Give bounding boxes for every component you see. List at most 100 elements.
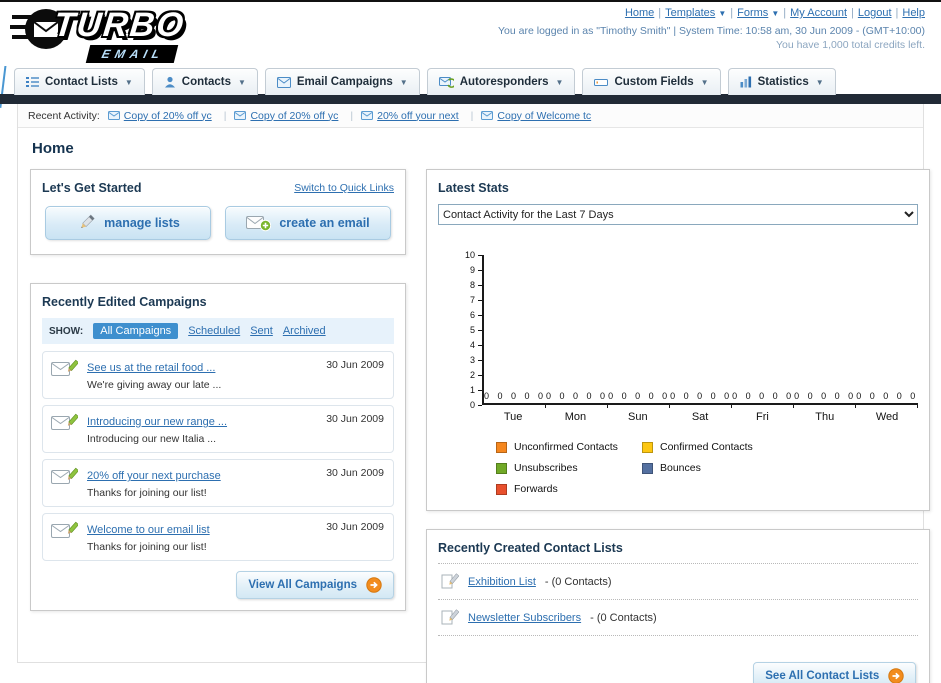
pencil-icon [76, 213, 96, 233]
filter-tab-scheduled[interactable]: Scheduled [188, 325, 240, 337]
chart-column: 0 0 0 0 0 [732, 255, 795, 408]
contact-list-item[interactable]: Newsletter Subscribers - (0 Contacts) [438, 599, 919, 636]
chevron-down-icon: ▼ [555, 77, 564, 87]
legend-swatch [642, 441, 653, 453]
chart-y-axis: 0 1 2 3 4 5 6 7 8 9 10 [456, 250, 482, 410]
chart-x-label: Tue [503, 411, 523, 423]
campaign-date: 30 Jun 2009 [326, 413, 384, 425]
campaign-item[interactable]: Introducing our new range ... Introducin… [42, 405, 394, 453]
campaign-subtitle: Introducing our new Italia ... [87, 433, 216, 445]
recent-activity-link[interactable]: Copy of 20% off yc [250, 110, 338, 122]
header-right: Home | Templates ▼ | Forms ▼ | My Account | Logo… [498, 7, 925, 51]
recent-contact-lists-panel: Recently Created Contact Lists Exhibitio… [426, 529, 931, 683]
tab-contact-lists[interactable]: Contact Lists ▼ [14, 68, 145, 95]
custom-fields-icon [594, 77, 609, 88]
campaign-title-link[interactable]: See us at the retail food ... [87, 362, 215, 374]
switch-quick-links-link[interactable]: Switch to Quick Links [294, 182, 394, 194]
tab-label: Autoresponders [459, 76, 549, 88]
logo-subtitle: EMAIL [85, 45, 179, 63]
legend-item: Bounces [642, 462, 788, 474]
top-nav-templates[interactable]: Templates [665, 7, 715, 19]
contact-list-link[interactable]: Newsletter Subscribers [468, 612, 581, 624]
campaign-date: 30 Jun 2009 [326, 521, 384, 533]
top-nav-help[interactable]: Help [902, 7, 925, 19]
view-all-campaigns-label: View All Campaigns [248, 579, 357, 591]
campaign-title-link[interactable]: Welcome to our email list [87, 524, 210, 536]
get-started-title: Let's Get Started [42, 181, 142, 195]
app-logo[interactable]: TURBO EMAIL [10, 6, 187, 63]
legend-swatch [496, 462, 507, 474]
campaign-date: 30 Jun 2009 [326, 467, 384, 479]
contact-list-item[interactable]: Exhibition List - (0 Contacts) [438, 563, 919, 599]
separator: | [895, 7, 899, 19]
tab-label: Custom Fields [614, 76, 694, 88]
campaign-item[interactable]: Welcome to our email list Thanks for joi… [42, 513, 394, 561]
arrow-right-icon [366, 577, 382, 593]
chart-legend: Unconfirmed Contacts Confirmed Contacts Un… [496, 441, 918, 495]
chart-x-label: Sat [691, 411, 709, 423]
recent-activity-link[interactable]: Copy of Welcome tc [497, 110, 591, 122]
contact-list-count: - (0 Contacts) [544, 575, 612, 588]
top-nav-forms[interactable]: Forms [737, 7, 768, 19]
top-nav-logout[interactable]: Logout [858, 7, 892, 19]
recent-activity-link[interactable]: Copy of 20% off yc [124, 110, 212, 122]
campaign-edit-icon [51, 412, 78, 433]
see-all-contact-lists-button[interactable]: See All Contact Lists [753, 662, 917, 683]
recent-activity-bar: Recent Activity: Copy of 20% off yc Copy… [18, 104, 923, 128]
chart-x-labels: Tue Mon Sun Sat Fri Thu Wed [482, 411, 918, 423]
contact-list-link[interactable]: Exhibition List [468, 576, 536, 588]
filter-tab-archived[interactable]: Archived [283, 325, 326, 337]
envelope-icon [481, 111, 494, 120]
campaign-item[interactable]: 20% off your next purchase Thanks for jo… [42, 459, 394, 507]
contact-list-count: - (0 Contacts) [590, 611, 657, 624]
campaign-title-link[interactable]: 20% off your next purchase [87, 470, 221, 482]
main-nav: Contact Lists ▼ Contacts ▼ Email Campaig… [0, 66, 941, 104]
tab-email-campaigns[interactable]: Email Campaigns ▼ [264, 68, 420, 95]
chevron-down-icon: ▼ [815, 77, 824, 87]
campaign-subtitle: Thanks for joining our list! [87, 487, 207, 499]
show-label: SHOW: [49, 325, 84, 337]
contact-lists-title: Recently Created Contact Lists [438, 541, 623, 555]
tab-custom-fields[interactable]: Custom Fields ▼ [582, 68, 721, 95]
tab-contacts[interactable]: Contacts ▼ [151, 68, 258, 95]
legend-swatch [642, 462, 653, 474]
campaign-date: 30 Jun 2009 [326, 359, 384, 371]
chart-column: 0 0 0 0 0 [608, 255, 671, 408]
recent-activity-label: Recent Activity: [28, 109, 100, 122]
top-nav-home[interactable]: Home [625, 7, 654, 19]
tab-statistics[interactable]: Statistics ▼ [727, 68, 836, 95]
tab-autoresponders[interactable]: Autoresponders ▼ [426, 68, 576, 95]
campaign-title-link[interactable]: Introducing our new range ... [87, 416, 227, 428]
chart-x-label: Fri [755, 411, 769, 423]
filter-tab-all-campaigns[interactable]: All Campaigns [93, 323, 179, 339]
contact-list-rows: Exhibition List - (0 Contacts) Newslette… [438, 563, 919, 636]
chevron-down-icon: ▼ [237, 77, 246, 87]
chevron-down-icon: ▼ [771, 9, 780, 18]
view-all-campaigns-button[interactable]: View All Campaigns [236, 571, 394, 599]
envelope-icon [234, 111, 247, 120]
separator: | [658, 7, 662, 19]
separator: | [851, 7, 854, 19]
separator: | [730, 7, 734, 19]
campaign-edit-icon [51, 466, 78, 487]
edit-list-icon [440, 572, 459, 591]
chevron-down-icon: ▼ [700, 77, 709, 87]
campaign-subtitle: Thanks for joining our list! [87, 541, 207, 553]
campaign-edit-icon [51, 520, 78, 541]
stats-filter-select[interactable]: Contact Activity for the Last 7 Days [438, 204, 919, 225]
campaign-edit-icon [51, 358, 78, 379]
create-email-label: create an email [279, 216, 370, 230]
filter-tab-sent[interactable]: Sent [250, 325, 273, 337]
stats-chart: 0 1 2 3 4 5 6 7 8 9 10 0 0 0 0 0 0 0 0 0 0 0 0 0 0 0… [438, 250, 919, 495]
campaigns-title: Recently Edited Campaigns [42, 295, 207, 309]
recent-activity-link[interactable]: 20% off your next [377, 110, 459, 122]
legend-item: Confirmed Contacts [642, 441, 788, 453]
create-email-button[interactable]: create an email [225, 206, 391, 240]
top-nav-my-account[interactable]: My Account [790, 7, 847, 19]
page-title: Home [32, 140, 74, 157]
campaign-item[interactable]: See us at the retail food ... We're givi… [42, 351, 394, 399]
chart-x-label: Mon [564, 411, 587, 423]
legend-swatch [496, 441, 507, 453]
chart-column: 0 0 0 0 0 [484, 255, 547, 408]
manage-lists-button[interactable]: manage lists [45, 206, 211, 240]
